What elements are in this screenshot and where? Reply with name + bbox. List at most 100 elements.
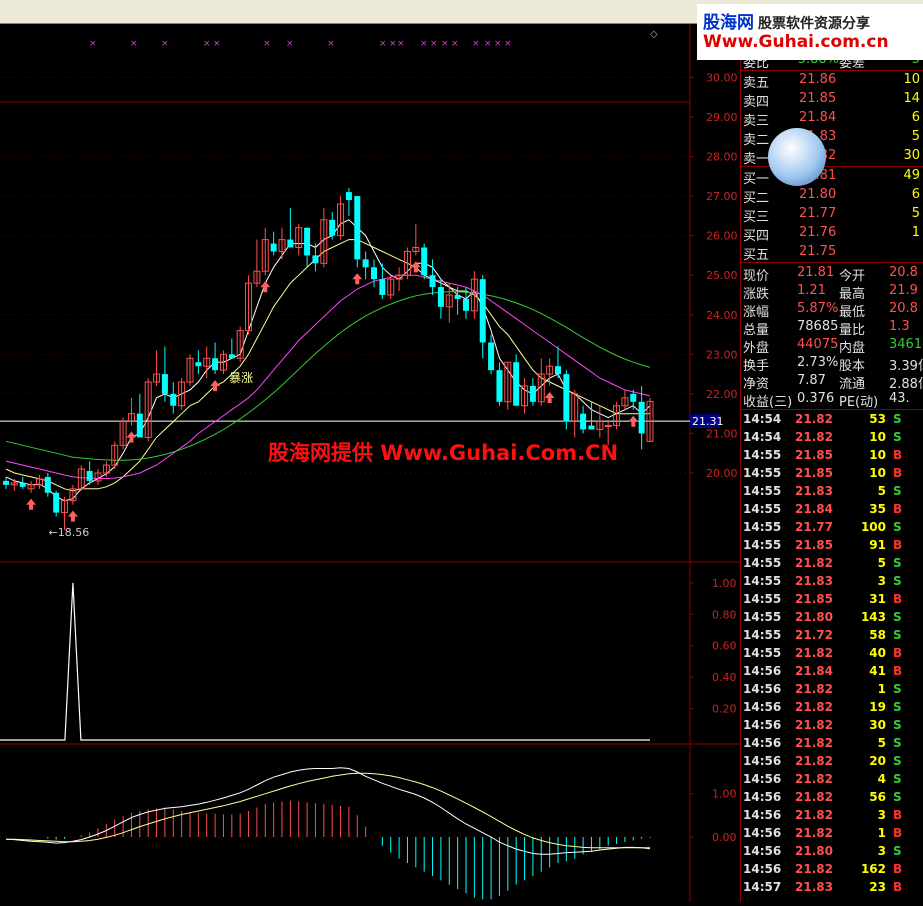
tick-time: 14:56 xyxy=(743,754,782,768)
tick-row: 14:56 21.82 1 S xyxy=(743,682,923,700)
quote-value: 0.376 xyxy=(797,391,835,406)
tick-row: 14:55 21.84 35 B xyxy=(743,502,923,520)
candle-body xyxy=(362,259,369,268)
candle-body xyxy=(529,385,536,402)
low-price-label: ←18.56 xyxy=(49,526,90,539)
quote-label: 涨跌 xyxy=(743,287,770,302)
tick-time: 14:55 xyxy=(743,610,782,624)
candle-body xyxy=(287,239,294,248)
candle-body xyxy=(630,393,637,402)
ask-label: 卖二 xyxy=(743,133,770,148)
tick-time: 14:56 xyxy=(743,664,782,678)
bid-label: 买一 xyxy=(743,172,770,187)
tick-price: 21.80 xyxy=(795,844,833,858)
candle-body xyxy=(312,255,319,264)
tick-volume: 10 xyxy=(869,466,886,480)
quote-row: 现价 21.81 今开 20.8 xyxy=(743,265,923,284)
candle-body xyxy=(270,243,277,252)
candle-body xyxy=(588,425,595,430)
quote-value: 3461 xyxy=(889,337,923,352)
tick-time: 14:55 xyxy=(743,466,782,480)
tick-volume: 10 xyxy=(869,448,886,462)
bid-price: 21.75 xyxy=(799,244,837,259)
site-banner[interactable]: 股海网 股票软件资源分享 Www.Guhai.com.cn xyxy=(697,4,923,60)
price-tick-label: 27.00 xyxy=(706,190,738,203)
bid-price: 21.76 xyxy=(799,225,837,240)
chart-svg[interactable]: × × × × × × × × × × × × × × × × × × ×◇30.0029.0028.0027.00… xyxy=(0,24,740,902)
tick-row: 14:55 21.85 10 B xyxy=(743,466,923,484)
tick-volume: 1 xyxy=(877,682,886,696)
quote-label: 总量 xyxy=(743,323,770,338)
ind-tick-label: 0.40 xyxy=(712,671,737,684)
candle-body xyxy=(563,374,570,422)
tick-side: B xyxy=(893,826,903,840)
watermark-text: 股海网提供 Www.Guhai.Com.CN xyxy=(268,441,618,465)
tick-row: 14:56 21.82 30 S xyxy=(743,718,923,736)
tick-side: B xyxy=(893,664,903,678)
tick-price: 21.82 xyxy=(795,826,833,840)
tick-time: 14:56 xyxy=(743,718,782,732)
tick-row: 14:55 21.82 40 B xyxy=(743,646,923,664)
macd-tick-label: 0.00 xyxy=(712,831,737,844)
quote-value: 3.39亿 xyxy=(889,359,923,374)
quote-row: 外盘 44075 内盘 3461 xyxy=(743,337,923,356)
tick-price: 21.82 xyxy=(795,700,833,714)
candle-body xyxy=(53,492,60,513)
ask-row: 卖三 21.84 6 xyxy=(743,110,923,129)
tick-price: 21.85 xyxy=(795,538,833,552)
tick-time: 14:55 xyxy=(743,556,782,570)
candle-body xyxy=(580,413,587,430)
candle-body xyxy=(329,219,336,236)
ask-label: 卖五 xyxy=(743,76,770,91)
top-mark-icon: × xyxy=(389,39,397,49)
tick-time: 14:56 xyxy=(743,826,782,840)
tick-side: S xyxy=(893,556,902,570)
top-mark-icon: × xyxy=(504,39,512,49)
quote-label: 换手 xyxy=(743,359,770,374)
tick-price: 21.77 xyxy=(795,520,833,534)
quote-value: 1.21 xyxy=(797,283,826,298)
quote-row: 涨幅 5.87% 最低 20.8 xyxy=(743,301,923,320)
candle-body xyxy=(454,294,461,299)
macd-tick-label: 1.00 xyxy=(712,788,737,801)
candle-body xyxy=(136,413,143,438)
tick-price: 21.83 xyxy=(795,574,833,588)
quote-row: 涨跌 1.21 最高 21.9 xyxy=(743,283,923,302)
tick-volume: 3 xyxy=(877,574,886,588)
quote-label: 最高 xyxy=(839,287,866,302)
buy-arrow-icon xyxy=(126,431,137,443)
ask-row: 卖四 21.85 14 xyxy=(743,91,923,110)
tick-row: 14:56 21.82 1 B xyxy=(743,826,923,844)
candle-body xyxy=(44,476,51,493)
tick-side: S xyxy=(893,790,902,804)
tick-volume: 20 xyxy=(869,754,886,768)
quote-label: 收益(三) xyxy=(743,395,793,410)
tick-price: 21.72 xyxy=(795,628,833,642)
indicator-line xyxy=(0,582,650,741)
candle-body xyxy=(488,342,495,371)
ask-row: 卖五 21.86 10 xyxy=(743,72,923,91)
macd-dea-line xyxy=(6,772,650,849)
tick-row: 14:55 21.72 58 S xyxy=(743,628,923,646)
buy-arrow-icon xyxy=(260,281,271,293)
candle-body xyxy=(371,267,377,280)
banner-tagline: 股票软件资源分享 xyxy=(758,16,870,32)
ask-price: 21.86 xyxy=(799,72,837,87)
price-tick-label: 25.00 xyxy=(706,269,738,282)
tick-volume: 143 xyxy=(860,610,886,624)
tick-volume: 40 xyxy=(869,646,886,660)
quote-label: 最低 xyxy=(839,305,866,320)
top-mark-icon: × xyxy=(327,39,335,49)
tick-price: 21.82 xyxy=(795,736,833,750)
quote-row: 换手 2.73%股本 3.39亿 xyxy=(743,355,923,374)
candle-body xyxy=(555,366,561,375)
banner-url[interactable]: Www.Guhai.com.cn xyxy=(703,32,889,52)
tick-volume: 10 xyxy=(869,430,886,444)
ask-volume: 5 xyxy=(911,129,920,144)
tick-side: S xyxy=(893,412,902,426)
price-tick-label: 24.00 xyxy=(706,309,738,322)
quote-label: 涨幅 xyxy=(743,305,770,320)
candle-body xyxy=(86,471,93,481)
kline-chart-area[interactable]: × × × × × × × × × × × × × × × × × × × ◇ 30.00 29.00 28.00 27.00… xyxy=(0,24,740,902)
tick-price: 21.85 xyxy=(795,592,833,606)
